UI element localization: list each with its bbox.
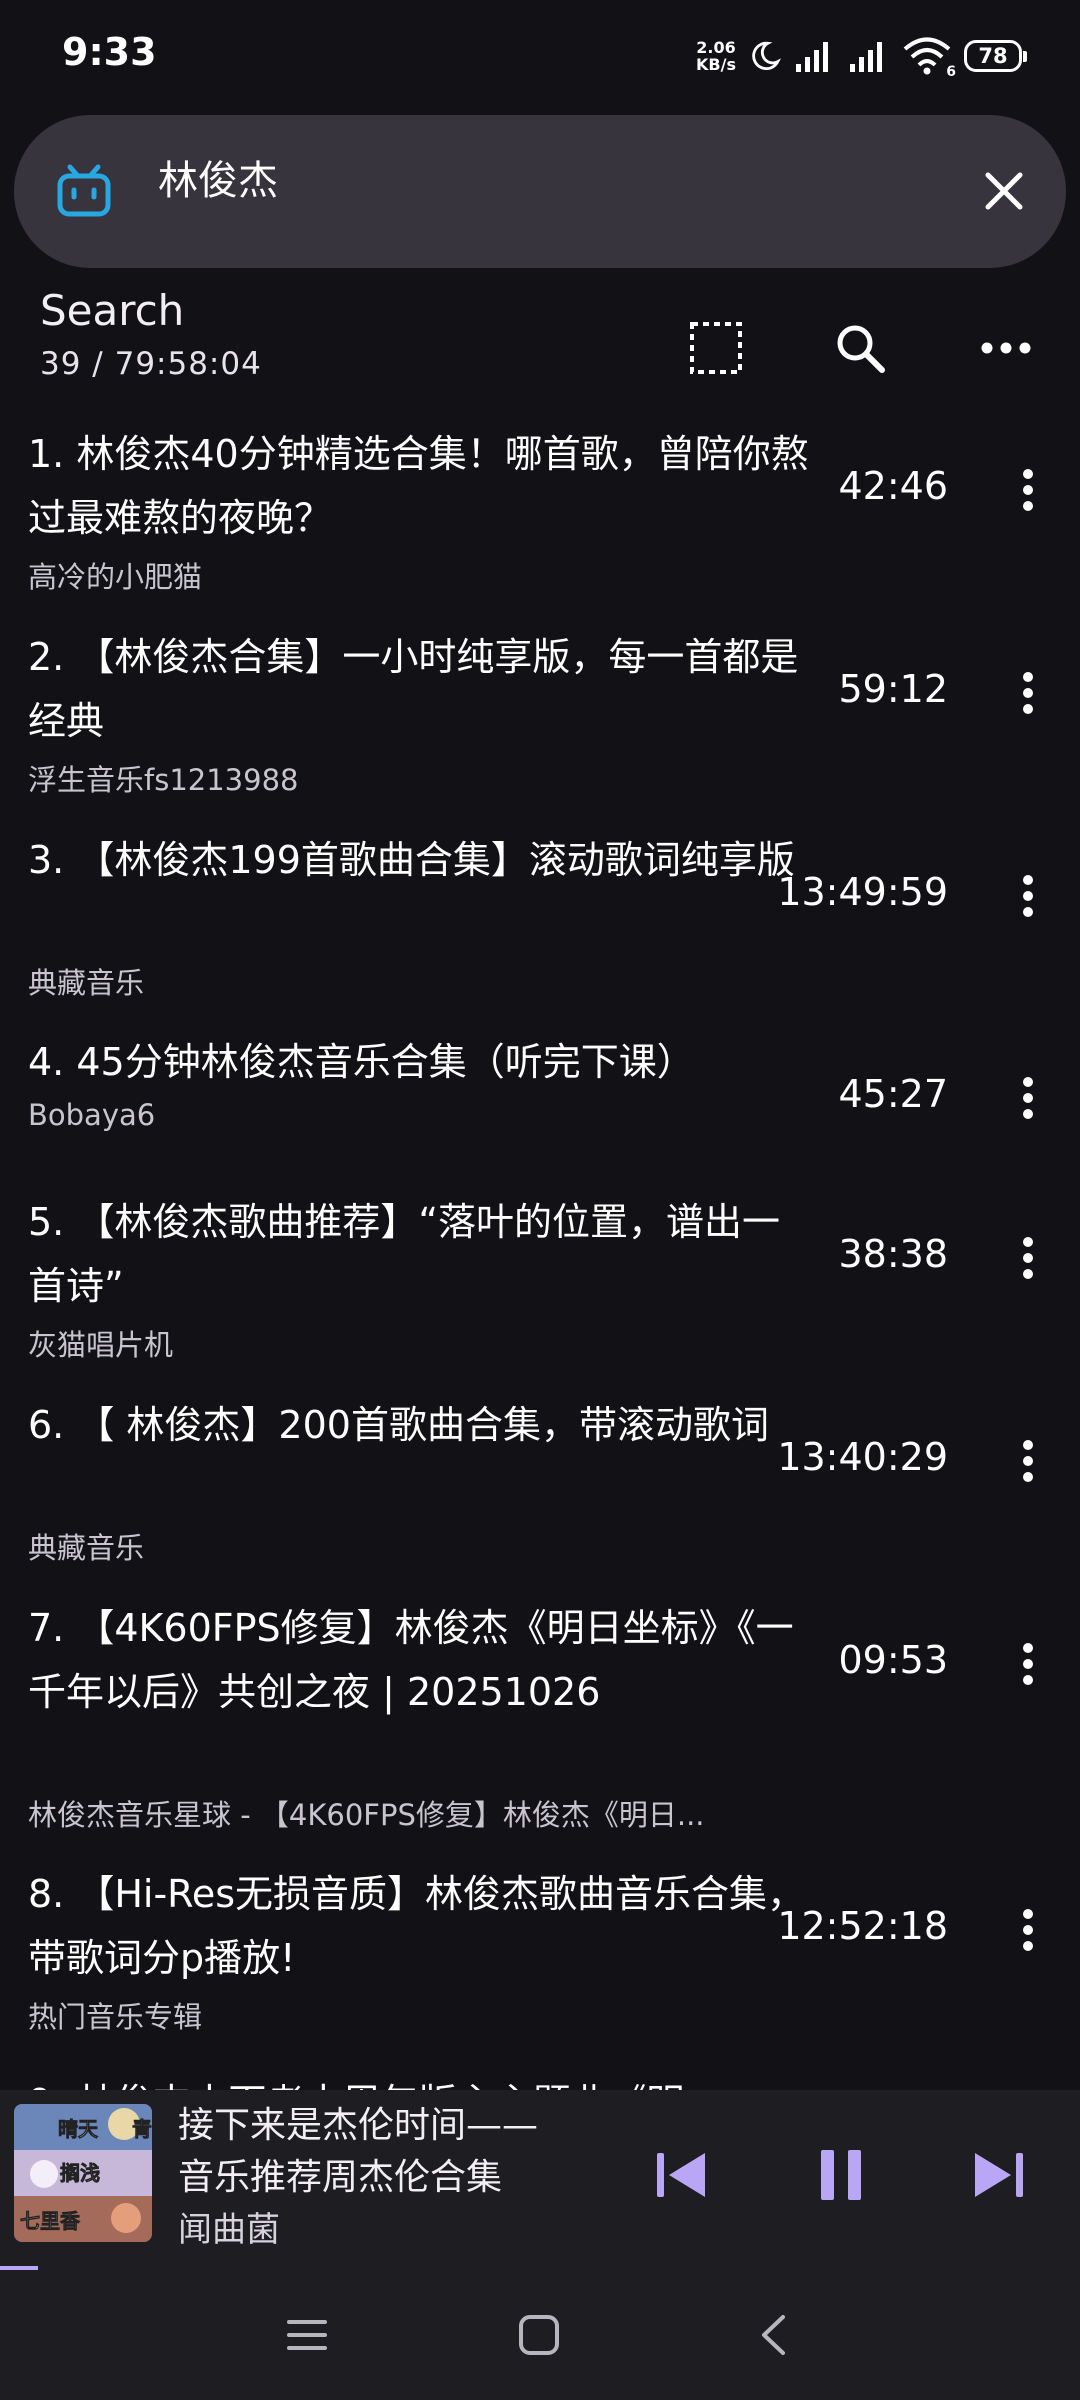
- song-more-button[interactable]: [988, 1058, 1068, 1138]
- more-vertical-icon: [1023, 1643, 1033, 1685]
- song-more-button[interactable]: [988, 450, 1068, 530]
- search-bar[interactable]: 林俊杰: [14, 115, 1066, 268]
- more-horizontal-icon: [981, 342, 1031, 354]
- song-duration: 13:49:59: [777, 870, 948, 914]
- song-duration: 45:27: [838, 1072, 948, 1116]
- home-button[interactable]: [494, 2300, 584, 2370]
- previous-button[interactable]: [636, 2130, 726, 2220]
- list-stats: 39 / 79:58:04: [40, 346, 262, 382]
- search-in-list-button[interactable]: [820, 308, 900, 388]
- signal-icon: [850, 42, 882, 72]
- bilibili-logo-icon: [56, 163, 112, 223]
- song-uploader: Bobaya6: [28, 1098, 156, 1132]
- song-more-button[interactable]: [988, 1421, 1068, 1501]
- moon-icon: [752, 41, 782, 71]
- more-vertical-icon: [1023, 1909, 1033, 1951]
- now-playing-title-line1: 接下来是杰伦时间——: [178, 2105, 539, 2146]
- recent-apps-button[interactable]: [262, 2300, 352, 2370]
- signal-icon: [796, 42, 828, 72]
- status-bar: 9:33 2.06 KB/s 6 78: [0, 0, 1080, 110]
- home-icon: [519, 2315, 559, 2355]
- song-duration: 42:46: [838, 464, 948, 508]
- song-duration: 38:38: [838, 1232, 948, 1276]
- select-button[interactable]: [676, 308, 756, 388]
- now-playing-bar[interactable]: 晴天 青 搁浅 七里香 接下来是杰伦时间—— 音乐推荐周杰伦合集 闻曲菌: [0, 2090, 1080, 2270]
- song-more-button[interactable]: [988, 856, 1068, 936]
- song-title: 2. 【林俊杰合集】一小时纯享版，每一首都是经典: [28, 635, 799, 743]
- more-options-button[interactable]: [966, 308, 1046, 388]
- more-vertical-icon: [1023, 672, 1033, 714]
- network-speed-unit: KB/s: [696, 55, 736, 74]
- song-duration: 59:12: [838, 667, 948, 711]
- wifi-icon: 6: [902, 36, 956, 80]
- more-vertical-icon: [1023, 875, 1033, 917]
- search-query[interactable]: 林俊杰: [158, 155, 278, 207]
- song-uploader: 灰猫唱片机: [28, 1328, 174, 1362]
- song-more-button[interactable]: [988, 1890, 1068, 1970]
- more-vertical-icon: [1023, 469, 1033, 511]
- next-button[interactable]: [954, 2130, 1044, 2220]
- song-duration: 09:53: [838, 1638, 948, 1682]
- album-cover[interactable]: 晴天 青 搁浅 七里香: [14, 2104, 152, 2242]
- song-uploader: 浮生音乐fs1213988: [28, 763, 299, 797]
- song-more-button[interactable]: [988, 1218, 1068, 1298]
- cover-text: 青: [132, 2117, 152, 2141]
- song-title: 4. 45分钟林俊杰音乐合集（听完下课）: [28, 1040, 695, 1084]
- back-icon: [762, 2315, 785, 2355]
- more-vertical-icon: [1023, 1440, 1033, 1482]
- clear-search-button[interactable]: [964, 151, 1044, 231]
- song-title: 5. 【林俊杰歌曲推荐】“落叶的位置，谱出一首诗”: [28, 1200, 781, 1308]
- now-playing-artist: 闻曲菌: [178, 2210, 280, 2250]
- pause-icon: [821, 2150, 861, 2200]
- select-icon: [690, 322, 742, 374]
- song-title: 3. 【林俊杰199首歌曲合集】滚动歌词纯享版: [28, 838, 795, 882]
- song-uploader: 林俊杰音乐星球 - 【4K60FPS修复】林俊杰《明日...: [28, 1798, 705, 1832]
- battery-indicator: 78: [964, 40, 1027, 72]
- network-speed: 2.06 KB/s: [696, 39, 736, 73]
- menu-icon: [287, 2320, 327, 2350]
- more-vertical-icon: [1023, 1237, 1033, 1279]
- search-icon: [837, 325, 885, 373]
- song-more-button[interactable]: [988, 1624, 1068, 1704]
- pause-button[interactable]: [796, 2130, 886, 2220]
- song-title: 6. 【 林俊杰】200首歌曲合集，带滚动歌词: [28, 1403, 769, 1447]
- song-uploader: 高冷的小肥猫: [28, 560, 203, 594]
- status-icons: 2.06 KB/s 6 78: [696, 34, 1027, 80]
- cover-text: 搁浅: [60, 2161, 100, 2185]
- song-more-button[interactable]: [988, 653, 1068, 733]
- song-uploader: 热门音乐专辑: [28, 2000, 203, 2034]
- cover-text: 晴天: [58, 2117, 99, 2141]
- close-icon: [985, 172, 1023, 210]
- status-time: 9:33: [62, 30, 157, 74]
- network-speed-value: 2.06: [696, 38, 736, 57]
- skip-previous-icon: [657, 2153, 705, 2197]
- song-uploader: 典藏音乐: [28, 1531, 145, 1565]
- system-nav-bar: [0, 2270, 1080, 2400]
- song-title: 1. 林俊杰40分钟精选合集！哪首歌，曾陪你熬过最难熬的夜晚？: [28, 432, 809, 540]
- back-button[interactable]: [728, 2300, 818, 2370]
- song-duration: 12:52:18: [777, 1904, 948, 1948]
- list-title: Search: [40, 286, 185, 335]
- song-duration: 13:40:29: [777, 1435, 948, 1479]
- wifi-label: 6: [946, 64, 956, 80]
- list-header: Search 39 / 79:58:04: [0, 280, 1080, 390]
- cover-text: 七里香: [20, 2209, 81, 2233]
- song-uploader: 典藏音乐: [28, 966, 145, 1000]
- skip-next-icon: [975, 2153, 1023, 2197]
- more-vertical-icon: [1023, 1077, 1033, 1119]
- song-title: 7. 【4K60FPS修复】林俊杰《明日坐标》《一千年以后》共创之夜 | 202…: [28, 1606, 794, 1714]
- now-playing-title-line2: 音乐推荐周杰伦合集: [178, 2157, 503, 2198]
- song-title: 8. 【Hi-Res无损音质】林俊杰歌曲音乐合集，带歌词分p播放!: [28, 1872, 806, 1980]
